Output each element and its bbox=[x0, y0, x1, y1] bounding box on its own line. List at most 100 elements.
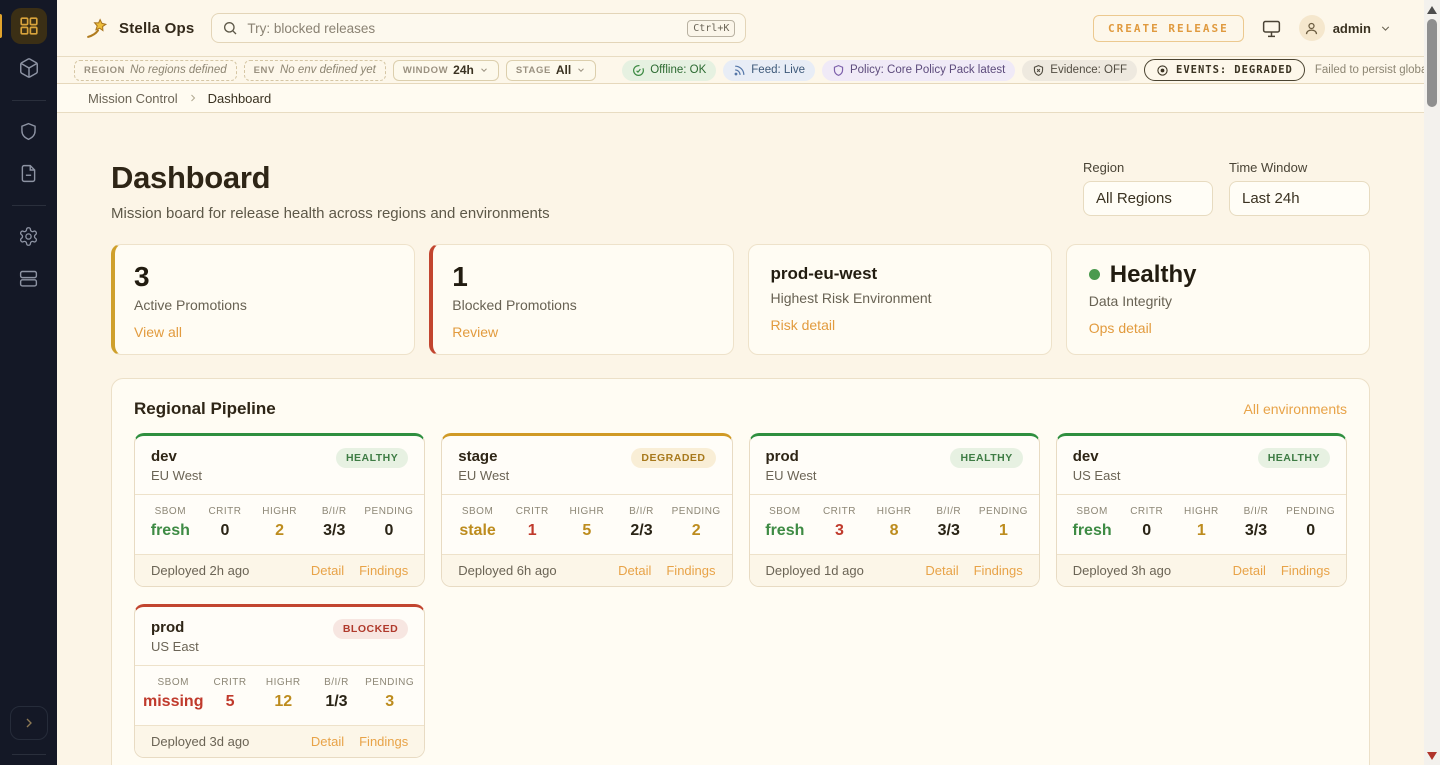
data-integrity-label: Data Integrity bbox=[1089, 293, 1347, 309]
events-status-badge[interactable]: EVENTS: DEGRADED bbox=[1144, 59, 1305, 81]
page-title-block: Dashboard Mission board for release heal… bbox=[111, 160, 550, 222]
feed-status-pill[interactable]: Feed: Live bbox=[723, 60, 815, 81]
search-bar[interactable]: Ctrl+K bbox=[211, 13, 746, 43]
evidence-status-pill[interactable]: Evidence: OFF bbox=[1022, 60, 1137, 81]
sidebar-item-releases[interactable] bbox=[11, 50, 47, 86]
all-environments-link[interactable]: All environments bbox=[1244, 401, 1348, 417]
sidebar-item-documents[interactable] bbox=[11, 155, 47, 191]
pipeline-card-dev-eu-west: dev EU West HEALTHY SBOMfresh CRITR0 HIG… bbox=[134, 433, 425, 587]
stat-sbom: SBOMfresh bbox=[758, 506, 813, 540]
chevron-right-icon bbox=[21, 715, 37, 731]
view-all-link[interactable]: View all bbox=[134, 324, 182, 340]
stat-pending: PENDING0 bbox=[362, 506, 417, 540]
document-icon bbox=[18, 163, 39, 184]
page-title: Dashboard bbox=[111, 160, 550, 196]
sidebar-item-dashboard[interactable] bbox=[11, 8, 47, 44]
sidebar-item-security[interactable] bbox=[11, 113, 47, 149]
stat-label: SBOM bbox=[143, 677, 203, 688]
review-link[interactable]: Review bbox=[452, 324, 498, 340]
deployed-time: Deployed 2h ago bbox=[151, 563, 249, 578]
stat-label: CRITR bbox=[1119, 506, 1174, 517]
findings-link[interactable]: Findings bbox=[1281, 563, 1330, 578]
region-context-pill[interactable]: REGION No regions defined bbox=[74, 60, 237, 81]
active-indicator bbox=[0, 14, 2, 38]
stat-sbom: SBOMfresh bbox=[143, 506, 198, 540]
stat-label: CRITR bbox=[203, 677, 256, 688]
create-release-button[interactable]: CREATE RELEASE bbox=[1093, 15, 1244, 42]
stage-dropdown[interactable]: STAGE All bbox=[506, 60, 596, 81]
pipeline-card-footer: Deployed 2h ago Detail Findings bbox=[135, 554, 424, 586]
sidebar-expand-button[interactable] bbox=[10, 706, 48, 740]
data-integrity-card: Healthy Data Integrity Ops detail bbox=[1066, 244, 1370, 355]
page-content: Dashboard Mission board for release heal… bbox=[57, 113, 1424, 765]
sidebar-item-infrastructure[interactable] bbox=[11, 260, 47, 296]
scroll-down-arrow-icon[interactable] bbox=[1427, 752, 1437, 760]
topbar: Stella Ops Ctrl+K CREATE RELEASE ad bbox=[57, 0, 1424, 57]
ops-detail-link[interactable]: Ops detail bbox=[1089, 320, 1152, 336]
deployed-time: Deployed 6h ago bbox=[458, 563, 556, 578]
stat-highr: HIGHR 12 bbox=[257, 677, 310, 711]
risk-detail-link[interactable]: Risk detail bbox=[771, 317, 836, 333]
env-name: dev bbox=[151, 448, 202, 465]
time-window-filter-select[interactable]: Last 24h bbox=[1229, 181, 1370, 216]
keyboard-shortcut-badge: Ctrl+K bbox=[687, 20, 735, 37]
app-root: Stella Ops Ctrl+K CREATE RELEASE ad bbox=[0, 0, 1440, 765]
breadcrumb-mission-control[interactable]: Mission Control bbox=[88, 91, 178, 106]
stat-critr: CRITR1 bbox=[505, 506, 560, 540]
user-menu[interactable]: admin bbox=[1299, 15, 1392, 41]
blocked-promotions-count: 1 bbox=[452, 262, 710, 291]
detail-link[interactable]: Detail bbox=[618, 563, 651, 578]
stat-sbom: SBOMmissing bbox=[143, 677, 203, 711]
page-subtitle: Mission board for release health across … bbox=[111, 205, 550, 222]
search-input[interactable] bbox=[247, 21, 678, 36]
pipeline-card-footer: Deployed 3h ago DetailFindings bbox=[1057, 554, 1346, 586]
region-filter-select[interactable]: All Regions bbox=[1083, 181, 1213, 216]
env-name-block: dev US East bbox=[1073, 448, 1121, 483]
detail-link[interactable]: Detail bbox=[1233, 563, 1266, 578]
time-window-filter-label: Time Window bbox=[1229, 160, 1370, 175]
findings-link[interactable]: Findings bbox=[666, 563, 715, 578]
env-name: prod bbox=[766, 448, 817, 465]
stat-value: 0 bbox=[362, 522, 417, 540]
stat-highr: HIGHR8 bbox=[867, 506, 922, 540]
stat-label: HIGHR bbox=[257, 677, 310, 688]
stat-label: HIGHR bbox=[560, 506, 615, 517]
detail-link[interactable]: Detail bbox=[311, 734, 344, 749]
stat-value: 0 bbox=[1283, 522, 1338, 540]
package-icon bbox=[18, 57, 40, 79]
events-value: DEGRADED bbox=[1234, 64, 1293, 76]
scroll-up-arrow-icon[interactable] bbox=[1427, 6, 1437, 14]
sidebar-item-settings[interactable] bbox=[11, 218, 47, 254]
detail-link[interactable]: Detail bbox=[311, 563, 344, 578]
regional-pipeline-panel: Regional Pipeline All environments dev E… bbox=[111, 378, 1370, 765]
env-name: stage bbox=[458, 448, 509, 465]
findings-link[interactable]: Findings bbox=[974, 563, 1023, 578]
stat-value: 1/3 bbox=[310, 693, 363, 711]
sidebar-divider bbox=[12, 754, 46, 755]
policy-status-pill[interactable]: Policy: Core Policy Pack latest bbox=[822, 60, 1015, 81]
env-name-block: dev EU West bbox=[151, 448, 202, 483]
pipeline-card-header: prod US East BLOCKED bbox=[135, 607, 424, 665]
breadcrumb-dashboard: Dashboard bbox=[208, 91, 272, 106]
stat-value: 12 bbox=[257, 693, 310, 711]
findings-link[interactable]: Findings bbox=[359, 563, 408, 578]
offline-status-pill[interactable]: Offline: OK bbox=[622, 60, 716, 81]
pipeline-grid: dev EU West HEALTHY SBOMfresh CRITR 0 HIG… bbox=[134, 433, 1347, 758]
status-badge: BLOCKED bbox=[333, 619, 408, 639]
env-region: EU West bbox=[458, 468, 509, 483]
chevron-down-icon bbox=[1379, 22, 1392, 35]
active-promotions-count: 3 bbox=[134, 262, 392, 291]
stat-value: 1 bbox=[976, 522, 1031, 540]
env-context-pill[interactable]: ENV No env defined yet bbox=[244, 60, 386, 81]
detail-link[interactable]: Detail bbox=[925, 563, 958, 578]
scrollbar-thumb[interactable] bbox=[1427, 19, 1437, 107]
brand[interactable]: Stella Ops bbox=[85, 16, 194, 41]
findings-link[interactable]: Findings bbox=[359, 734, 408, 749]
page-scrollbar[interactable] bbox=[1424, 0, 1440, 765]
monitor-icon[interactable] bbox=[1261, 18, 1282, 39]
window-dropdown[interactable]: WINDOW 24h bbox=[393, 60, 499, 81]
stat-highr: HIGHR5 bbox=[560, 506, 615, 540]
window-value: 24h bbox=[453, 63, 474, 77]
status-badge: HEALTHY bbox=[950, 448, 1022, 468]
env-region: EU West bbox=[151, 468, 202, 483]
